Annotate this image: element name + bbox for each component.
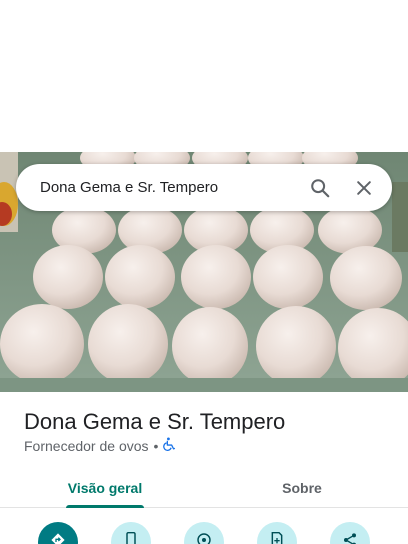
- directions-button[interactable]: [38, 522, 78, 544]
- tab-about[interactable]: Sobre: [238, 468, 366, 508]
- phone-icon: [124, 531, 138, 544]
- phone-button[interactable]: [111, 522, 151, 544]
- search-input[interactable]: Dona Gema e Sr. Tempero: [40, 179, 298, 196]
- radar-icon: [196, 532, 212, 544]
- tab-overview[interactable]: Visão geral: [40, 468, 170, 508]
- tab-bar: Visão geral Sobre: [0, 468, 408, 508]
- place-category: Fornecedor de ovos: [24, 437, 149, 454]
- directions-icon: [50, 532, 66, 544]
- separator-dot: •: [153, 437, 159, 454]
- search-bar[interactable]: Dona Gema e Sr. Tempero: [16, 164, 392, 211]
- place-title: Dona Gema e Sr. Tempero: [24, 409, 286, 434]
- save-button[interactable]: [257, 522, 297, 544]
- save-icon: [270, 531, 284, 544]
- share-icon: [342, 532, 358, 544]
- place-subtitle: Fornecedor de ovos •: [24, 437, 176, 454]
- action-buttons-row: [0, 520, 408, 544]
- search-icon[interactable]: [298, 166, 342, 210]
- close-icon[interactable]: [342, 166, 386, 210]
- wheelchair-icon: [163, 437, 176, 454]
- radar-button[interactable]: [184, 522, 224, 544]
- tab-selected-indicator: [66, 505, 144, 508]
- share-button[interactable]: [330, 522, 370, 544]
- map-blank-area: [0, 0, 408, 152]
